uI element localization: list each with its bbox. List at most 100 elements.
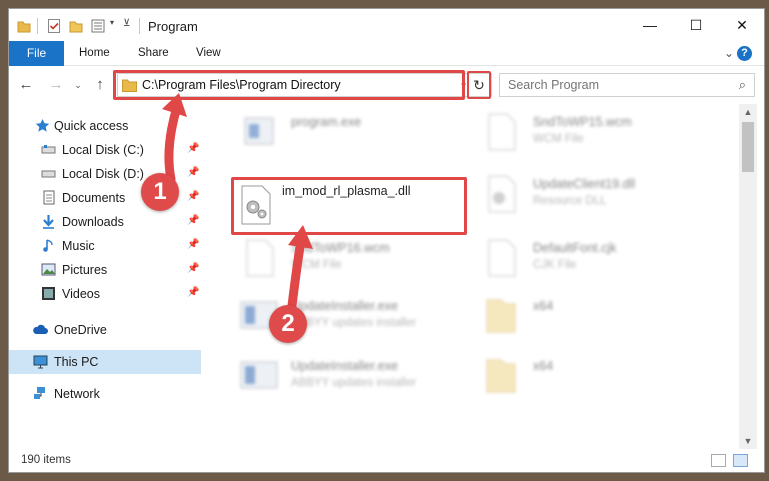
sidebar-item-videos[interactable]: Videos 📌 [9,282,201,306]
properties-icon[interactable] [47,18,61,34]
download-icon [43,215,54,229]
scrollbar-thumb[interactable] [742,122,754,172]
customize-view-icon[interactable] [91,18,109,34]
sidebar-item-quick-access[interactable]: Quick access [9,114,201,138]
new-folder-icon[interactable] [69,18,83,34]
music-icon [43,239,53,252]
file-name: UpdateInstaller.exe [291,359,399,373]
expand-ribbon-icon[interactable]: ⌄ [724,46,734,60]
file-name: SndToWP16.wcm [291,241,390,255]
qa-customize-icon[interactable]: ⊻ [123,18,130,29]
pin-icon[interactable]: 📌 [187,215,199,226]
search-box[interactable]: ⌕ [499,73,755,97]
file-list: program.exe SndToWP16.wcm WCM File Updat… [205,104,739,449]
sidebar-item-network[interactable]: Network [9,382,201,406]
file-description: ABBYY updates installer [291,317,417,329]
pin-icon[interactable]: 📌 [187,263,199,274]
file-item[interactable]: x64 [481,296,711,344]
pin-icon[interactable]: 📌 [187,191,199,202]
pin-icon[interactable]: 📌 [187,287,199,298]
file-item[interactable]: DefaultFont.cjk CJK File [481,238,711,286]
large-icons-view-icon[interactable] [733,454,748,467]
file-name: UpdateClient19.dll [533,177,636,191]
file-item[interactable]: UpdateInstaller.exe ABBYY updates instal… [239,356,459,404]
file-name: SndToWP15.wcm [533,115,632,129]
sidebar-item-music[interactable]: Music 📌 [9,234,201,258]
sidebar-item-label: Local Disk (D:) [62,167,144,181]
sidebar-item-this-pc[interactable]: This PC [9,350,201,374]
sidebar-item-onedrive[interactable]: OneDrive [9,318,201,342]
file-item[interactable]: program.exe [239,112,459,160]
folder-icon [486,359,516,393]
drive-icon [41,145,56,154]
file-name: DefaultFont.cjk [533,241,617,255]
file-name: UpdateInstaller.exe [291,299,399,313]
documents-icon [43,190,55,205]
pin-icon[interactable]: 📌 [187,239,199,250]
file-description: Resource DLL [533,195,607,207]
file-name: program.exe [291,115,362,129]
qa-dropdown-icon[interactable]: ▾ [110,18,114,27]
sidebar-item-label: Documents [62,191,126,205]
minimize-button[interactable]: — [627,9,673,41]
network-icon [34,387,45,399]
forward-arrow-icon[interactable]: → [47,76,65,94]
search-icon[interactable]: ⌕ [739,77,746,93]
file-description: CJK File [533,259,577,271]
computer-icon [33,355,48,369]
drive-icon [41,170,56,178]
file-item[interactable]: SndToWP15.wcm WCM File [481,112,711,160]
sidebar-item-label: Videos [62,287,100,301]
file-item[interactable]: x64 [481,356,711,404]
help-icon[interactable]: ? [737,46,752,61]
address-highlight-box [113,70,465,100]
status-bar: 190 items [9,449,764,472]
close-button[interactable]: ✕ [719,9,764,41]
sidebar-item-label: Local Disk (C:) [62,143,144,157]
exe-icon [240,361,278,389]
tab-share[interactable]: Share [138,41,169,66]
scroll-down-icon[interactable]: ▼ [739,433,757,449]
pin-icon[interactable]: 📌 [187,143,199,154]
title-bar: ▾ ⊻ Program — ☐ ✕ [9,9,764,41]
refresh-icon[interactable]: ↻ [467,71,491,99]
file-item-target[interactable]: im_mod_rl_plasma_.dll [234,182,464,230]
sidebar-item-label: Pictures [62,263,108,277]
sidebar-item-local-disk-c[interactable]: Local Disk (C:) 📌 [9,138,201,162]
cloud-icon [33,324,48,334]
tab-home[interactable]: Home [79,41,110,66]
up-arrow-icon[interactable]: ↑ [91,76,109,94]
recent-locations-icon[interactable]: ⌄ [69,76,87,94]
sidebar-item-label: This PC [54,355,99,369]
tab-view[interactable]: View [196,41,221,66]
sidebar-item-label: Quick access [54,119,129,133]
file-name: x64 [533,299,554,313]
details-view-icon[interactable] [711,454,726,467]
item-count: 190 items [21,454,71,466]
file-item[interactable]: SndToWP16.wcm WCM File [239,238,459,286]
file-description: WCM File [533,133,584,145]
title-divider [139,18,140,34]
scroll-up-icon[interactable]: ▲ [739,104,757,120]
qa-divider [37,18,38,34]
star-icon [35,119,50,132]
vertical-scrollbar[interactable]: ▲ ▼ [739,104,757,449]
sidebar-item-label: Downloads [62,215,124,229]
sidebar-item-label: OneDrive [54,323,107,337]
pin-icon[interactable]: 📌 [187,167,199,178]
back-arrow-icon[interactable]: ← [17,76,35,94]
pictures-icon [41,263,56,276]
sidebar-item-pictures[interactable]: Pictures 📌 [9,258,201,282]
file-icon [488,113,516,151]
file-description: ABBYY updates installer [291,377,417,389]
sidebar-item-label: Network [54,387,100,401]
callout-step-1: 1 [141,173,179,211]
search-input[interactable] [508,77,718,93]
tab-file[interactable]: File [9,41,64,66]
file-item[interactable]: UpdateClient19.dll Resource DLL [481,174,711,222]
dll-gear-icon [488,175,516,213]
folder-icon [486,299,516,333]
exe-icon [244,117,274,145]
sidebar-item-downloads[interactable]: Downloads 📌 [9,210,201,234]
maximize-button[interactable]: ☐ [673,9,719,41]
